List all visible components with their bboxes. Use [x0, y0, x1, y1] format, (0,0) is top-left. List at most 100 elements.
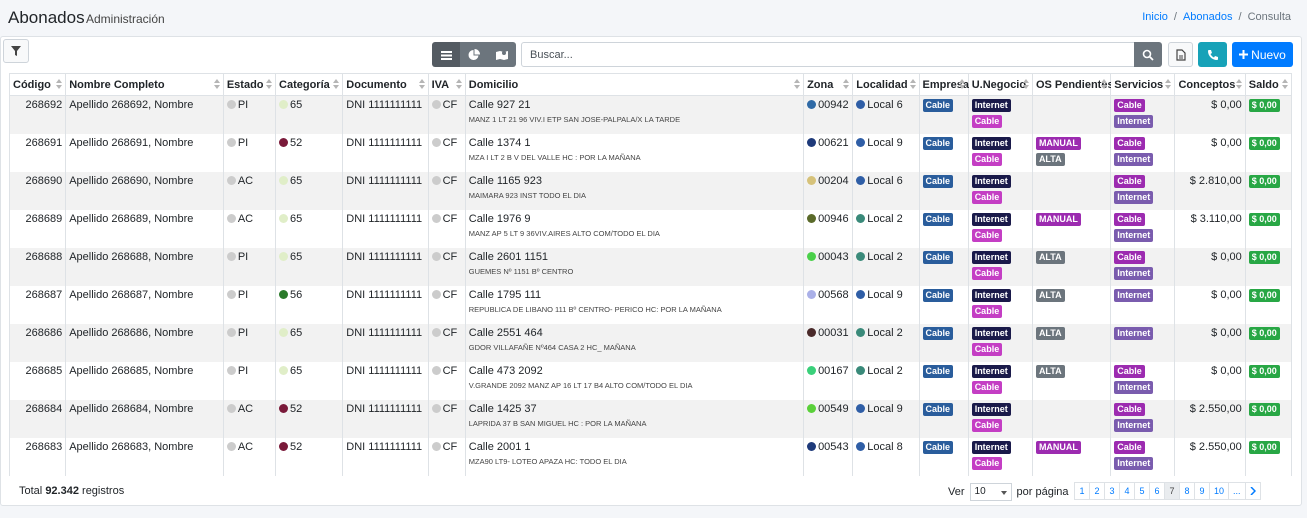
cell-empresa: Cable	[918, 362, 969, 400]
phone-button[interactable]	[1198, 42, 1227, 67]
table-row[interactable]: 268690 Apellido 268690, Nombre AC 65 DNI 111…	[8, 172, 1293, 210]
breadcrumb-inicio[interactable]: Inicio	[1142, 11, 1168, 23]
list-view-button[interactable]	[432, 42, 460, 67]
chart-view-button[interactable]	[460, 42, 488, 67]
table-body: 268692 Apellido 268692, Nombre PI 65 DNI 111…	[8, 95, 1293, 476]
next-page-button[interactable]	[1244, 482, 1261, 500]
table-row[interactable]: 268691 Apellido 268691, Nombre PI 52 DNI 111…	[8, 134, 1293, 172]
column-header-1[interactable]: Código	[8, 73, 67, 96]
sort-icon[interactable]	[794, 79, 801, 89]
sort-icon[interactable]	[909, 79, 916, 89]
page-5[interactable]: 5	[1134, 482, 1150, 500]
sort-icon[interactable]	[266, 79, 273, 89]
sort-icon[interactable]	[843, 79, 850, 89]
table-row[interactable]: 268689 Apellido 268689, Nombre AC 65 DNI 111…	[8, 210, 1293, 248]
new-button[interactable]: Nuevo	[1232, 42, 1293, 67]
table-row[interactable]: 268688 Apellido 268688, Nombre PI 65 DNI 111…	[8, 248, 1293, 286]
cell-saldo: $ 0,00	[1244, 400, 1293, 438]
column-header-4[interactable]: Categoría	[275, 73, 344, 96]
sort-icon[interactable]	[958, 79, 965, 89]
cell-codigo-value: 268686	[25, 327, 63, 339]
iva-value: CF	[442, 99, 458, 111]
categoria-dot	[279, 366, 289, 375]
sort-icon[interactable]	[333, 79, 340, 89]
page-ellipsis[interactable]: ...	[1228, 482, 1246, 500]
column-header-label: Domicilio	[468, 78, 519, 91]
unegocio-badge: Cable	[971, 457, 1003, 470]
table-row[interactable]: 268684 Apellido 268684, Nombre AC 52 DNI 111…	[8, 400, 1293, 438]
breadcrumb-abonados[interactable]: Abonados	[1183, 11, 1233, 23]
column-header-9[interactable]: Localidad	[852, 73, 920, 96]
page-3[interactable]: 3	[1104, 482, 1120, 500]
cell-iva: CF	[427, 362, 466, 400]
cell-codigo-value: 268688	[25, 251, 63, 263]
domicilio-detalle: MAIMARA 923 INST TODO EL DIA	[468, 191, 587, 200]
sort-icon[interactable]	[1282, 79, 1288, 89]
page-6[interactable]: 6	[1149, 482, 1165, 500]
sort-icon[interactable]	[56, 79, 63, 89]
domicilio-calle: Calle 2001 1	[468, 441, 531, 453]
estado-value: PI	[237, 99, 249, 111]
categoria-value: 65	[290, 365, 303, 377]
sort-icon[interactable]	[418, 79, 425, 89]
cell-codigo: 268691	[8, 134, 67, 172]
sort-icon[interactable]	[1165, 79, 1172, 89]
page-2[interactable]: 2	[1089, 482, 1105, 500]
column-header-11[interactable]: U.Negocio	[967, 73, 1033, 96]
table-row[interactable]: 268686 Apellido 268686, Nombre PI 65 DNI 111…	[8, 324, 1293, 362]
cell-iva: CF	[427, 172, 466, 210]
column-header-8[interactable]: Zona	[803, 73, 854, 96]
column-header-10[interactable]: Empresa	[918, 73, 969, 96]
categoria-dot	[279, 100, 289, 109]
per-page-select[interactable]: 10	[969, 483, 1012, 501]
column-header-3[interactable]: Estado	[222, 73, 277, 96]
sort-icon[interactable]	[1022, 79, 1029, 89]
unegocio-badge: Internet	[971, 137, 1011, 150]
search-input[interactable]	[521, 42, 1135, 67]
table-row[interactable]: 268687 Apellido 268687, Nombre PI 56 DNI 111…	[8, 286, 1293, 324]
page-1[interactable]: 1	[1074, 482, 1090, 500]
cell-conceptos-value: $ 2.550,00	[1189, 441, 1242, 453]
os-badge: MANUAL	[1035, 213, 1081, 226]
cell-nombre-value: Apellido 268691, Nombre	[69, 137, 194, 149]
search-button[interactable]	[1134, 42, 1162, 67]
column-header-6[interactable]: IVA	[427, 73, 466, 96]
column-header-label: Nombre Completo	[69, 78, 165, 91]
cell-conceptos: $ 0,00	[1174, 134, 1246, 172]
cell-domicilio: Calle 1795 111 REPUBLICA DE LIBANO 111 Bº…	[464, 286, 805, 324]
sort-icon[interactable]	[213, 79, 220, 89]
cell-codigo-value: 268691	[25, 137, 63, 149]
column-header-5[interactable]: Documento	[342, 73, 429, 96]
page-8[interactable]: 8	[1179, 482, 1195, 500]
column-header-14[interactable]: Conceptos	[1174, 73, 1246, 96]
domicilio-calle: Calle 927 21	[468, 99, 531, 111]
column-header-13[interactable]: Servicios	[1110, 73, 1176, 96]
categoria-value: 65	[290, 327, 303, 339]
export-pdf-button[interactable]	[1168, 42, 1193, 67]
page-7[interactable]: 7	[1164, 482, 1180, 500]
table-row[interactable]: 268683 Apellido 268683, Nombre AC 52 DNI 111…	[8, 438, 1293, 476]
map-view-button[interactable]	[488, 42, 516, 67]
column-header-12[interactable]: OS Pendientes	[1031, 73, 1114, 96]
table-row[interactable]: 268685 Apellido 268685, Nombre PI 65 DNI 111…	[8, 362, 1293, 400]
page-10[interactable]: 10	[1209, 482, 1230, 500]
sort-icon[interactable]	[1101, 79, 1108, 89]
filter-button[interactable]	[3, 39, 29, 63]
localidad-value: Local 2	[867, 251, 903, 263]
unegocio-badge: Internet	[971, 213, 1011, 226]
servicio-badge: Cable	[1114, 403, 1145, 416]
column-header-15[interactable]: Saldo	[1244, 73, 1293, 96]
table-row[interactable]: 268692 Apellido 268692, Nombre PI 65 DNI 111…	[8, 95, 1293, 134]
sort-icon[interactable]	[1235, 79, 1242, 89]
domicilio-calle: Calle 2601 1151	[468, 251, 549, 263]
cell-servicios: Cable Internet	[1110, 362, 1176, 400]
cell-codigo: 268683	[8, 438, 67, 476]
cell-servicios: Cable Internet	[1110, 438, 1176, 476]
column-header-2[interactable]: Nombre Completo	[65, 73, 224, 96]
categoria-dot	[279, 290, 289, 299]
page-4[interactable]: 4	[1119, 482, 1135, 500]
sort-icon[interactable]	[455, 79, 462, 89]
column-header-7[interactable]: Domicilio	[464, 73, 805, 96]
page-9[interactable]: 9	[1194, 482, 1210, 500]
cell-codigo: 268685	[8, 362, 67, 400]
